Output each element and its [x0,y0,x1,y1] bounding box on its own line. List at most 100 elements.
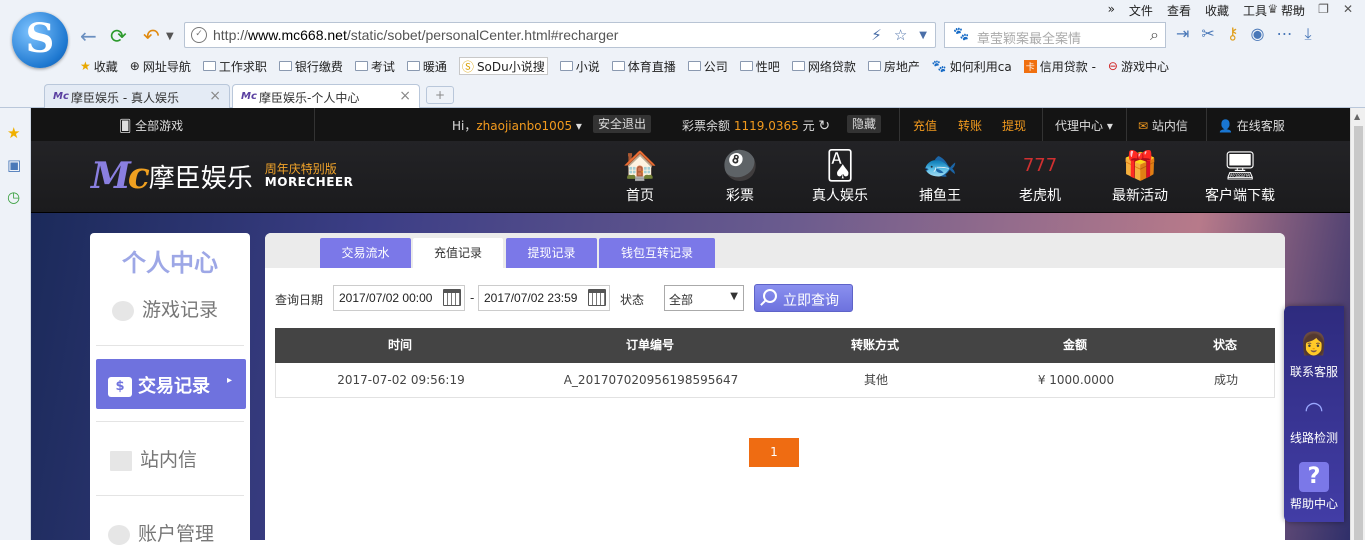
search-box[interactable]: 🐾 章莹颖案最全案情 ⌕ [944,22,1166,48]
bookmark-nav[interactable]: ⊕ 网址导航 [130,57,191,75]
online-support-link[interactable]: 👤 在线客服 [1218,117,1285,134]
cell-amount: ¥ 1000.0000 [1037,373,1115,387]
search-icon[interactable]: ⌕ [1150,25,1159,45]
help-center-button[interactable]: ? 帮助中心 [1284,462,1344,512]
date-to-input[interactable]: 2017/07/02 23:59 [478,285,610,311]
messages-link[interactable]: ✉ 站内信 [1138,117,1188,134]
all-games-link[interactable]: 🂠 全部游戏 [119,117,183,134]
nav-fishing[interactable]: 🐟 捕鱼王 [895,149,985,205]
menu-favorites[interactable]: 收藏 [1205,2,1229,20]
browser-logo[interactable]: S [12,12,68,68]
calendar-icon[interactable] [588,289,606,306]
tab-recharge-records[interactable]: 充值记录 [413,238,503,268]
tab-transaction-flow[interactable]: 交易流水 [320,238,411,268]
nav-slots[interactable]: 777 老虎机 [995,149,1085,205]
scrollbar[interactable]: ▲ [1350,108,1365,540]
folder-icon [559,61,573,71]
download-icon[interactable]: ⤓ [1305,24,1312,44]
close-tab-icon[interactable]: × [399,88,411,104]
more-icon[interactable]: ⋯ [1277,24,1293,44]
undo-dropdown-icon[interactable]: ▼ [166,31,174,42]
scissors-icon[interactable]: ✂ [1201,24,1214,44]
bookmark-credit[interactable]: 卡信用贷款 - [1023,57,1096,75]
menu-messages[interactable]: 站内信 [90,445,250,472]
nav-home[interactable]: 🏠 首页 [595,149,685,205]
favorites-icon[interactable]: ★ [7,124,20,142]
status-select[interactable]: 全部 ▼ [664,285,744,311]
bookmark-folder[interactable]: 暖通 [406,57,447,75]
refresh-balance-icon[interactable]: ↻ [818,118,830,134]
folder-icon [867,61,881,71]
nav-promotions[interactable]: 🎁 最新活动 [1095,149,1185,205]
close-tab-icon[interactable]: × [209,88,221,104]
query-button[interactable]: 立即查询 [754,284,853,312]
tab-live-casino[interactable]: Mc 摩臣娱乐 - 真人娱乐 × [44,84,230,109]
bookmark-folder[interactable]: 公司 [687,57,728,75]
pagination-page-1[interactable]: 1 [749,438,799,467]
refresh-icon[interactable]: ⟳ [110,24,127,48]
logout-button[interactable]: 安全退出 [593,115,652,133]
bookmark-folder[interactable]: 体育直播 [611,57,676,75]
withdraw-link[interactable]: 提现 [1002,117,1026,134]
tab-wallet-transfer-records[interactable]: 钱包互转记录 [599,238,715,268]
address-bar[interactable]: ✓ http://www.mc668.net/static/sobet/pers… [184,22,936,48]
new-tab-button[interactable]: + [426,86,454,104]
contact-support-button[interactable]: 👩 联系客服 [1284,330,1344,380]
nav-client-download[interactable]: 🖥 客户端下载 [1195,149,1285,205]
back-icon[interactable]: ← [80,24,97,48]
minimize-button[interactable]: — [1292,2,1304,16]
star-icon[interactable]: ☆ [894,26,907,46]
scrollbar-thumb[interactable] [1354,126,1363,540]
lightning-icon[interactable]: ⚡ [871,26,882,46]
calendar-icon[interactable] [443,289,461,306]
bookmark-games[interactable]: ⊖ 游戏中心 [1108,57,1169,75]
close-window-button[interactable]: ✕ [1343,2,1353,16]
menu-view[interactable]: 查看 [1167,2,1191,20]
nav-live-casino[interactable]: 🂡 真人娱乐 [795,149,885,205]
key-icon[interactable]: ⚷ [1227,24,1239,44]
date-from-input[interactable]: 2017/07/02 00:00 [333,285,465,311]
bookmark-sodu[interactable]: Ⓢ SoDu小说搜 [458,57,548,75]
caret-down-icon[interactable]: ▾ [576,119,582,133]
restore-button[interactable]: ❐ [1318,2,1329,16]
bookmark-favorites[interactable]: ★ 收藏 [80,57,118,75]
bookmark-folder[interactable]: 房地产 [867,57,920,75]
hide-balance-button[interactable]: 隐藏 [847,115,882,133]
bookmark-baidu[interactable]: 🐾 如何利用ca [932,57,1012,75]
chevron-down-icon: ▼ [730,291,738,302]
undo-icon[interactable]: ↶ [143,24,160,48]
reader-icon[interactable]: ▣ [7,156,21,174]
recharge-link[interactable]: 充值 [913,117,937,134]
date-separator: - [470,291,475,305]
bookmark-folder[interactable]: 小说 [559,57,600,75]
screenshot-icon[interactable]: ◉ [1251,24,1265,44]
menu-game-records[interactable]: 游戏记录 [90,295,250,322]
bookmark-folder[interactable]: 性吧 [739,57,780,75]
bookmark-folder[interactable]: 考试 [354,57,395,75]
dropdown-icon[interactable]: ▼ [919,26,927,46]
menu-tools[interactable]: 工具 [1243,2,1267,20]
game-icon: ⊖ [1107,59,1118,73]
skin-icon[interactable]: ♛ [1267,2,1278,16]
nav-lottery[interactable]: 🎱 彩票 [695,149,785,205]
paw-icon: 🐾 [931,59,947,73]
transfer-link[interactable]: 转账 [958,117,982,134]
username[interactable]: zhaojianbo1005 [476,119,572,133]
menu-file[interactable]: 文件 [1129,2,1153,20]
personal-center-menu: 个人中心 游戏记录 $ 交易记录 ▸ 站内信 账户管理 [90,233,250,545]
menu-transaction-records[interactable]: $ 交易记录 ▸ [96,359,246,409]
tab-personal-center[interactable]: Mc 摩臣娱乐-个人中心 × [232,84,420,110]
line-check-button[interactable]: ◠ 线路检测 [1284,396,1344,446]
bookmark-folder[interactable]: 工作求职 [202,57,267,75]
bookmark-folder[interactable]: 网络贷款 [791,57,856,75]
agent-center-menu[interactable]: 代理中心 ▾ [1055,117,1113,134]
address-url[interactable]: http://www.mc668.net/static/sobet/person… [213,27,618,43]
menu-account-management[interactable]: 账户管理 [90,519,250,546]
tab-withdraw-records[interactable]: 提现记录 [506,238,597,268]
history-icon[interactable]: ◷ [7,188,20,206]
scroll-up-icon[interactable]: ▲ [1354,112,1360,121]
login-icon[interactable]: ⇥ [1176,24,1189,44]
site-logo[interactable]: Mc 摩臣娱乐 周年庆特别版 MORECHEER [91,155,353,197]
bookmark-folder[interactable]: 银行缴费 [278,57,343,75]
menu-expand-icon[interactable]: » [1108,2,1115,20]
